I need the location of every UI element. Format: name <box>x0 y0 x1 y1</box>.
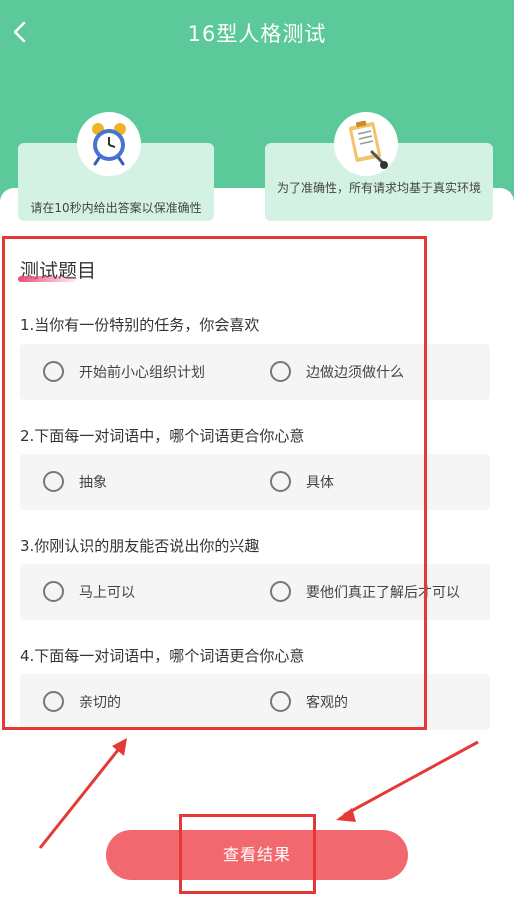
alarm-clock-icon <box>77 112 141 176</box>
question-2-options: 抽象 具体 <box>20 454 490 510</box>
option-label: 具体 <box>306 475 334 491</box>
radio-button[interactable] <box>270 581 291 602</box>
radio-button[interactable] <box>43 581 64 602</box>
section-title-underline <box>18 276 76 282</box>
question-4-options: 亲切的 客观的 <box>20 674 490 730</box>
radio-button[interactable] <box>270 361 291 382</box>
option-label: 边做边须做什么 <box>306 365 404 381</box>
option-label: 要他们真正了解后才可以 <box>306 585 460 601</box>
option-label: 马上可以 <box>79 585 135 601</box>
option-label: 抽象 <box>79 475 107 491</box>
radio-button[interactable] <box>270 691 291 712</box>
question-4: 4.下面每一对词语中，哪个词语更合你心意 <box>20 647 305 665</box>
radio-button[interactable] <box>43 471 64 492</box>
option-label: 客观的 <box>306 695 348 711</box>
radio-button[interactable] <box>270 471 291 492</box>
clipboard-icon <box>334 112 398 176</box>
info-card-authenticity-text: 为了准确性，所有请求均基于真实环境 <box>276 181 481 195</box>
question-1-options: 开始前小心组织计划 边做边须做什么 <box>20 344 490 400</box>
radio-button[interactable] <box>43 691 64 712</box>
question-3: 3.你刚认识的朋友能否说出你的兴趣 <box>20 537 260 555</box>
option-label: 亲切的 <box>79 695 121 711</box>
question-2: 2.下面每一对词语中，哪个词语更合你心意 <box>20 427 305 445</box>
question-3-options: 马上可以 要他们真正了解后才可以 <box>20 564 490 620</box>
question-1: 1.当你有一份特别的任务，你会喜欢 <box>20 316 260 334</box>
page-title: 16型人格测试 <box>187 22 327 46</box>
view-result-button[interactable]: 查看结果 <box>106 830 408 880</box>
option-label: 开始前小心组织计划 <box>79 365 205 381</box>
radio-button[interactable] <box>43 361 64 382</box>
info-card-time-text: 请在10秒内给出答案以保准确性 <box>30 201 202 215</box>
